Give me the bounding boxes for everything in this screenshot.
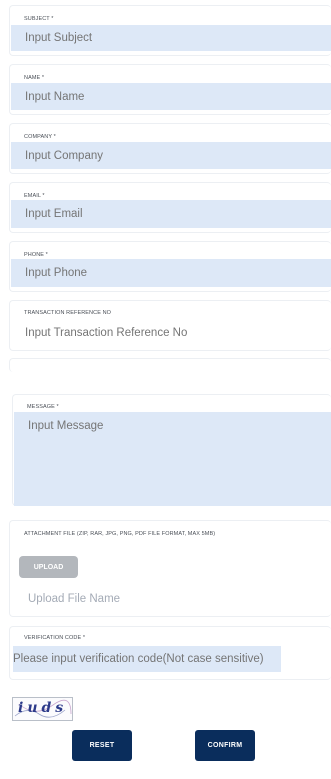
- message-input[interactable]: [14, 412, 331, 506]
- verification-label: VERIFICATION CODE *: [24, 635, 86, 641]
- subject-field: SUBJECT *: [9, 5, 331, 56]
- subject-input[interactable]: [11, 25, 331, 51]
- transaction-input[interactable]: [11, 319, 331, 346]
- verification-input[interactable]: [13, 646, 281, 672]
- captcha-text: iuds: [18, 700, 68, 716]
- blank-field: [9, 358, 331, 372]
- email-label: EMAIL *: [24, 193, 45, 199]
- message-label: MESSAGE *: [27, 404, 59, 410]
- attachment-label: ATTACHMENT FILE (ZIP, RAR, JPG, PNG, PDF…: [24, 531, 216, 537]
- reset-button[interactable]: RESET: [72, 730, 132, 761]
- name-input[interactable]: [11, 83, 331, 110]
- name-field: NAME *: [9, 64, 331, 115]
- attachment-field: ATTACHMENT FILE (ZIP, RAR, JPG, PNG, PDF…: [9, 520, 331, 617]
- phone-field: PHONE *: [9, 241, 331, 292]
- company-input[interactable]: [11, 142, 331, 169]
- captcha-image[interactable]: iuds: [12, 697, 73, 721]
- company-label: COMPANY *: [24, 134, 56, 140]
- name-label: NAME *: [24, 75, 45, 81]
- upload-file-name[interactable]: Upload File Name: [28, 593, 120, 605]
- confirm-button[interactable]: CONFIRM: [195, 730, 255, 761]
- email-input[interactable]: [11, 200, 331, 228]
- company-field: COMPANY *: [9, 123, 331, 174]
- message-field: MESSAGE *: [12, 394, 331, 506]
- phone-input[interactable]: [11, 259, 331, 287]
- transaction-field: TRANSACTION REFERENCE NO: [9, 300, 331, 351]
- verification-field: VERIFICATION CODE *: [9, 626, 331, 680]
- upload-button[interactable]: UPLOAD: [19, 556, 78, 578]
- email-field: EMAIL *: [9, 182, 331, 233]
- phone-label: PHONE *: [24, 252, 48, 258]
- subject-label: SUBJECT *: [24, 16, 54, 22]
- transaction-label: TRANSACTION REFERENCE NO: [24, 310, 112, 316]
